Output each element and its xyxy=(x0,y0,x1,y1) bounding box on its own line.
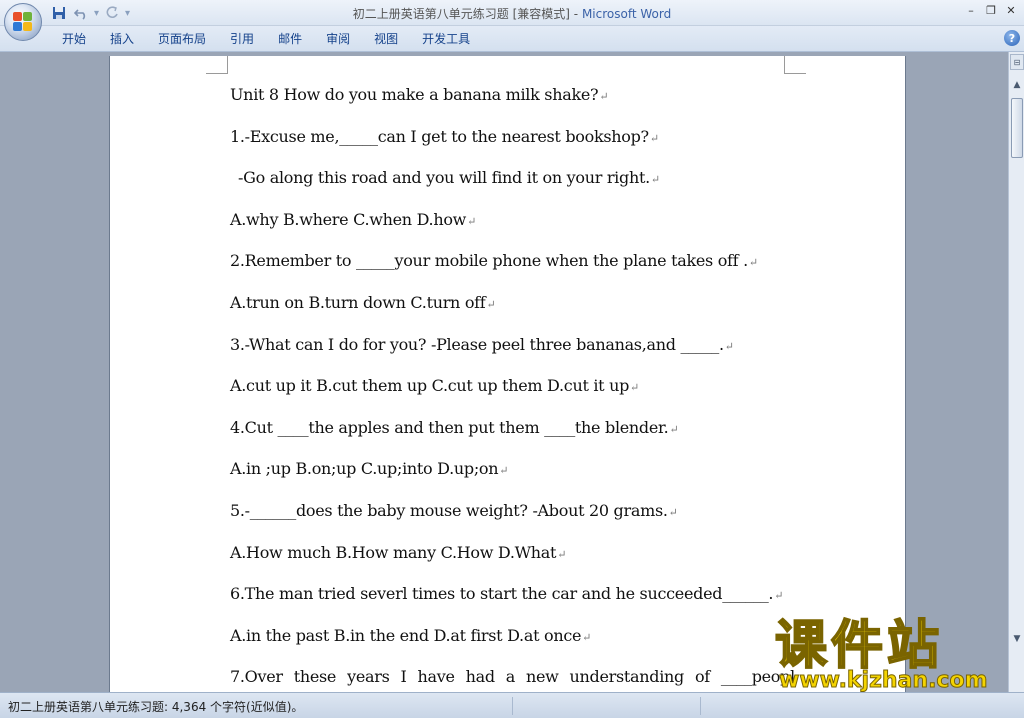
word: a xyxy=(505,667,516,687)
minimize-button[interactable]: – xyxy=(962,2,980,18)
paragraph-mark-icon: ↵ xyxy=(724,339,734,353)
text-line: A.cut up it B.cut them up C.cut up them … xyxy=(230,375,790,417)
text-line: A.How much B.How many C.How D.What↵ xyxy=(230,542,790,584)
text-line: 4.Cut ____the apples and then put them _… xyxy=(230,417,790,459)
line-text: A.cut up it B.cut them up C.cut up them … xyxy=(230,376,630,396)
document-title: 初二上册英语第八单元练习题 [兼容模式] xyxy=(352,7,570,21)
tab-mailings[interactable]: 邮件 xyxy=(266,31,314,49)
document-body[interactable]: Unit 8 How do you make a banana milk sha… xyxy=(230,84,795,692)
app-name: Microsoft Word xyxy=(581,7,672,21)
paragraph-mark-icon: ↵ xyxy=(630,381,639,395)
view-ruler-icon[interactable]: ⊟ xyxy=(1010,54,1024,70)
text-line: A.in the past B.in the end D.at first D.… xyxy=(230,625,790,667)
word: new xyxy=(525,667,559,687)
line-text: Unit 8 How do you make a banana milk sha… xyxy=(230,85,599,104)
text-line-justified: 7.Over these years I have had a new unde… xyxy=(230,666,795,692)
title-separator: - xyxy=(569,7,582,21)
paragraph-mark-icon: ↵ xyxy=(774,589,784,603)
tab-references[interactable]: 引用 xyxy=(218,31,266,49)
word: understanding xyxy=(569,667,685,687)
word-count-status[interactable]: 初二上册英语第八单元练习题: 4,364 个字符(近似值)。 xyxy=(8,698,303,715)
ribbon-tabs: 开始 插入 页面布局 引用 邮件 审阅 视图 开发工具 xyxy=(50,31,482,49)
paragraph-mark-icon: ↵ xyxy=(486,297,496,311)
vertical-scrollbar[interactable]: ⊟ ▲ ▼ xyxy=(1008,52,1024,692)
document-page[interactable]: Unit 8 How do you make a banana milk sha… xyxy=(110,56,905,692)
paragraph-mark-icon: ↵ xyxy=(649,131,659,145)
line-text: 1.-Excuse me,_____can I get to the neare… xyxy=(230,126,649,146)
watermark: 课件站 www.kjzhan.com xyxy=(774,616,1015,694)
paragraph-mark-icon: ↵ xyxy=(748,256,758,270)
office-logo-icon xyxy=(13,12,33,32)
tab-home[interactable]: 开始 xyxy=(50,31,98,49)
text-line: A.in ;up B.on;up C.up;into D.up;on↵ xyxy=(230,458,790,500)
word: of xyxy=(694,667,710,687)
paragraph-mark-icon: ↵ xyxy=(650,173,660,187)
window-controls: – ❐ ✕ xyxy=(962,2,1020,18)
line-text: A.in the past B.in the end D.at first D.… xyxy=(230,625,582,645)
word: I xyxy=(400,667,407,687)
line-text: 6.The man tried severl times to start th… xyxy=(230,584,774,604)
word: these xyxy=(293,667,337,687)
tab-page-layout[interactable]: 页面布局 xyxy=(146,31,218,49)
paragraph-mark-icon: ↵ xyxy=(499,464,509,478)
word: years xyxy=(347,667,390,687)
status-divider xyxy=(512,697,513,715)
text-line: Unit 8 How do you make a banana milk sha… xyxy=(230,84,790,126)
line-text: A.How much B.How many C.How D.What xyxy=(230,542,557,562)
line-text: 4.Cut ____the apples and then put them _… xyxy=(230,417,669,437)
scroll-up-icon[interactable]: ▲ xyxy=(1010,78,1024,92)
watermark-logo: 课件站 xyxy=(774,616,944,676)
status-divider xyxy=(700,697,701,715)
window-title: 初二上册英语第八单元练习题 [兼容模式] - Microsoft Word xyxy=(0,5,1024,22)
text-line: -Go along this road and you will find it… xyxy=(230,167,790,209)
office-button[interactable] xyxy=(4,3,42,41)
paragraph-mark-icon: ↵ xyxy=(557,547,567,561)
tab-view[interactable]: 视图 xyxy=(362,31,410,49)
text-line: 2.Remember to _____your mobile phone whe… xyxy=(230,250,790,292)
watermark-url: www.kjzhan.com xyxy=(779,668,989,694)
text-line: 6.The man tried severl times to start th… xyxy=(230,583,790,625)
paragraph-mark-icon: ↵ xyxy=(582,630,592,644)
text-line: 5.-______does the baby mouse weight? -Ab… xyxy=(230,500,790,542)
paragraph-mark-icon: ↵ xyxy=(467,214,476,228)
scroll-thumb[interactable] xyxy=(1011,98,1023,158)
text-line: 3.-What can I do for you? -Please peel t… xyxy=(230,334,790,376)
title-bar: ▾ ▾ 初二上册英语第八单元练习题 [兼容模式] - Microsoft Wor… xyxy=(0,0,1024,41)
line-text: A.in ;up B.on;up C.up;into D.up;on xyxy=(230,459,499,479)
document-area[interactable]: Unit 8 How do you make a banana milk sha… xyxy=(0,52,1008,692)
word: have xyxy=(417,667,455,687)
tab-review[interactable]: 审阅 xyxy=(314,31,362,49)
text-line: 1.-Excuse me,_____can I get to the neare… xyxy=(230,126,790,168)
crop-mark-right xyxy=(784,56,806,74)
tab-insert[interactable]: 插入 xyxy=(98,31,146,49)
paragraph-mark-icon: ↵ xyxy=(599,90,609,103)
text-line: A.why B.where C.when D.how↵ xyxy=(230,209,790,251)
status-bar: 初二上册英语第八单元练习题: 4,364 个字符(近似值)。 xyxy=(0,692,1024,718)
paragraph-mark-icon: ↵ xyxy=(668,505,678,519)
close-button[interactable]: ✕ xyxy=(1002,2,1020,18)
help-icon[interactable]: ? xyxy=(1004,30,1020,46)
crop-mark-left xyxy=(206,56,228,74)
tab-developer[interactable]: 开发工具 xyxy=(410,31,482,49)
paragraph-mark-icon: ↵ xyxy=(669,422,679,436)
line-text: 5.-______does the baby mouse weight? -Ab… xyxy=(230,500,668,520)
text-line: A.trun on B.turn down C.turn off↵ xyxy=(230,292,790,334)
line-text: A.why B.where C.when D.how xyxy=(230,209,467,229)
line-text: A.trun on B.turn down C.turn off xyxy=(230,292,486,312)
word: 7.Over xyxy=(230,667,283,687)
restore-button[interactable]: ❐ xyxy=(982,2,1000,18)
line-text: -Go along this road and you will find it… xyxy=(238,168,650,188)
word: had xyxy=(465,667,495,687)
line-text: 3.-What can I do for you? -Please peel t… xyxy=(230,334,724,354)
line-text: 2.Remember to _____your mobile phone whe… xyxy=(230,251,748,271)
ribbon-tab-bar: 开始 插入 页面布局 引用 邮件 审阅 视图 开发工具 ? xyxy=(0,26,1024,52)
